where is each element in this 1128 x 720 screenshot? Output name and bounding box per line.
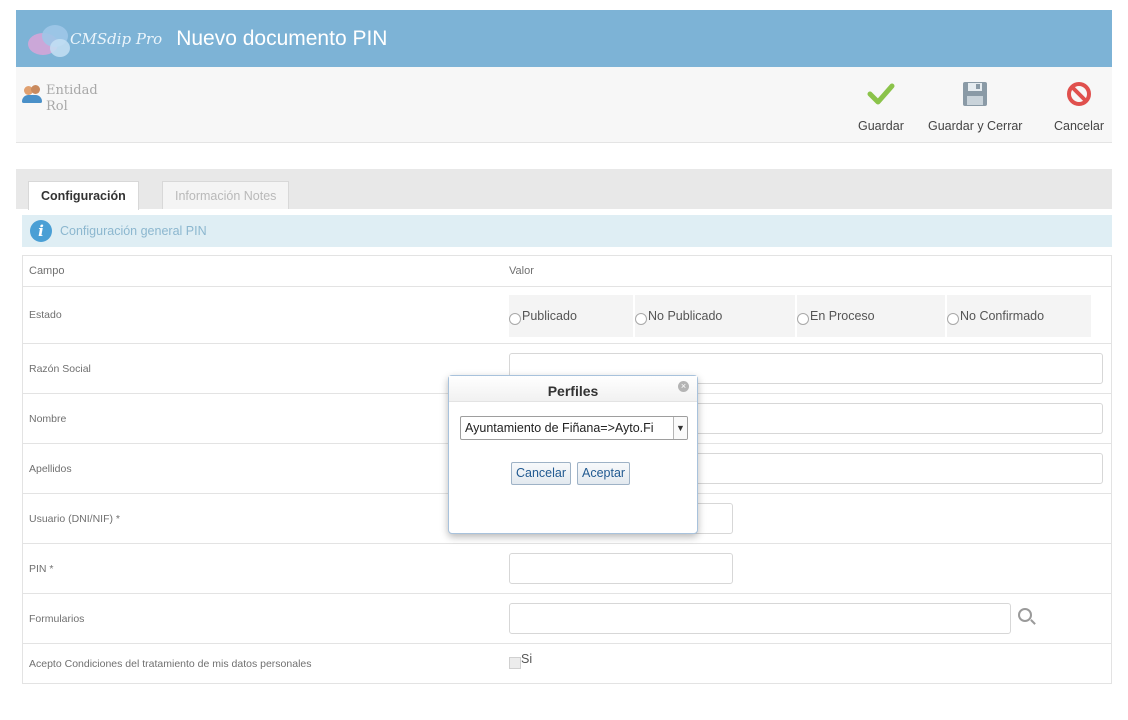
radio-label: En Proceso [810, 309, 875, 323]
entity-label: Entidad [46, 83, 98, 98]
cancel-label: Cancelar [1054, 119, 1105, 133]
field-label: Nombre [29, 412, 67, 425]
info-banner: i Configuración general PIN [22, 215, 1112, 247]
formularios-input[interactable] [509, 603, 1011, 634]
radio-publicado[interactable]: Publicado [509, 295, 633, 337]
table-row: Acepto Condiciones del tratamiento de mi… [23, 644, 1111, 684]
field-label: Usuario (DNI/NIF) * [29, 512, 121, 525]
app-header: CMSdip Pro Nuevo documento PIN [16, 10, 1112, 67]
save-and-close-button[interactable]: Guardar y Cerrar [928, 79, 1022, 133]
tab-configuracion[interactable]: Configuración [28, 181, 139, 210]
entity-info: Entidad Rol [22, 83, 98, 115]
field-label: Estado [29, 309, 62, 321]
table-row: Formularios [23, 594, 1111, 644]
radio-circle[interactable] [509, 313, 521, 325]
radio-circle[interactable] [635, 313, 647, 325]
search-icon[interactable] [1018, 608, 1032, 622]
radio-label: No Publicado [648, 309, 723, 323]
chevron-down-icon[interactable]: ▼ [673, 417, 687, 439]
field-label: Apellidos [29, 462, 72, 475]
info-icon: i [30, 220, 52, 242]
table-row: Estado Publicado No Publicado En Proceso… [23, 287, 1111, 344]
pin-input[interactable] [509, 553, 733, 584]
accept-conditions-checkbox[interactable] [509, 657, 521, 669]
column-header-campo: Campo [29, 265, 65, 277]
table-row: PIN * [23, 544, 1111, 594]
role-label: Rol [46, 99, 68, 114]
close-icon[interactable]: × [678, 381, 689, 392]
floppy-disk-icon [928, 79, 1022, 109]
column-header-valor: Valor [509, 265, 534, 277]
info-text: Configuración general PIN [60, 224, 207, 238]
radio-label: Publicado [522, 309, 577, 323]
users-icon [22, 85, 42, 105]
tab-informacion-notes[interactable]: Información Notes [162, 181, 290, 209]
perfiles-dialog: Perfiles × Ayuntamiento de Fiñana=>Ayto.… [448, 375, 698, 534]
radio-label: No Confirmado [960, 309, 1045, 323]
radio-en-proceso[interactable]: En Proceso [797, 295, 945, 337]
select-value: Ayuntamiento de Fiñana=>Ayto.Fi [465, 421, 654, 435]
tab-bar: Configuración Información Notes [16, 169, 1112, 210]
field-label: PIN * [29, 562, 54, 575]
radio-circle[interactable] [947, 313, 959, 325]
checkbox-label: Si [521, 652, 533, 666]
field-label: Acepto Condiciones del tratamiento de mi… [29, 657, 312, 670]
cancel-icon [1054, 79, 1104, 109]
radio-no-confirmado[interactable]: No Confirmado [947, 295, 1091, 337]
dialog-accept-button[interactable]: Aceptar [577, 462, 631, 485]
field-label: Razón Social [29, 362, 91, 375]
radio-no-publicado[interactable]: No Publicado [635, 295, 795, 337]
page-title: Nuevo documento PIN [176, 26, 388, 50]
app-logo [28, 19, 84, 59]
save-label: Guardar [858, 119, 904, 133]
table-header-row: Campo Valor [23, 256, 1111, 287]
radio-circle[interactable] [797, 313, 809, 325]
save-button[interactable]: Guardar [858, 79, 904, 133]
toolbar: Entidad Rol Guardar Guardar y Cerrar Can… [16, 67, 1112, 143]
dialog-cancel-button[interactable]: Cancelar [511, 462, 572, 485]
checkmark-icon [858, 79, 904, 109]
cancel-button[interactable]: Cancelar [1054, 79, 1104, 133]
field-label: Formularios [29, 612, 85, 625]
dialog-title: Perfiles [449, 376, 697, 402]
save-and-close-label: Guardar y Cerrar [928, 119, 1023, 133]
perfiles-select[interactable]: Ayuntamiento de Fiñana=>Ayto.Fi ▼ [460, 416, 688, 440]
